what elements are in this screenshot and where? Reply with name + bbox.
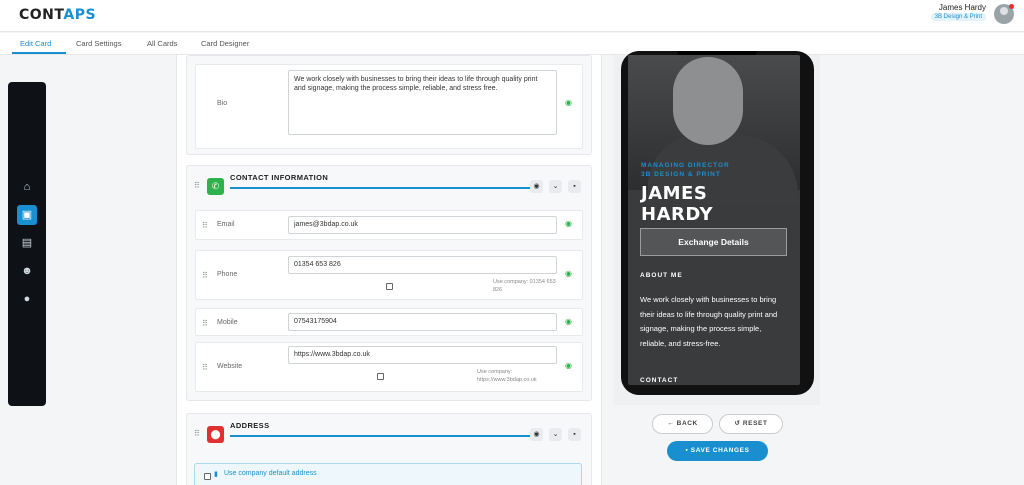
drag-handle-icon[interactable]: ⠿: [194, 429, 200, 438]
eye-icon[interactable]: ◉: [565, 317, 572, 326]
bio-textarea[interactable]: We work closely with businesses to bring…: [288, 70, 557, 135]
back-button[interactable]: ← BACK: [652, 414, 713, 434]
eye-toggle-icon[interactable]: ◉: [530, 428, 543, 441]
tab-all-cards[interactable]: All Cards: [147, 39, 177, 48]
phone-frame: MANAGING DIRECTOR 3B DESIGN & PRINT JAMES…: [621, 51, 814, 395]
active-tab-indicator: [12, 52, 66, 54]
use-company-address-label: Use company default address: [224, 470, 317, 477]
users-icon[interactable]: ☻: [20, 264, 34, 278]
drag-handle-icon[interactable]: ⠿: [194, 181, 200, 190]
phone-field[interactable]: 01354 653 826: [288, 256, 557, 274]
contaps-logo[interactable]: CONTAPS: [19, 7, 96, 23]
card-preview-panel: MANAGING DIRECTOR 3B DESIGN & PRINT JAMES…: [613, 51, 820, 405]
user-circle-icon[interactable]: ●: [20, 292, 34, 306]
section-title-address: ADDRESS: [230, 421, 270, 430]
card-preview-screen[interactable]: MANAGING DIRECTOR 3B DESIGN & PRINT JAMES…: [628, 55, 800, 385]
card-icon[interactable]: ▣: [17, 205, 37, 225]
map-pin-icon: ⬤: [207, 426, 224, 443]
eye-icon[interactable]: ◉: [565, 98, 572, 107]
use-company-address-checkbox[interactable]: [204, 473, 211, 480]
top-header: CONTAPS James Hardy 3B Design & Print: [0, 0, 1024, 32]
arrow-left-icon: ←: [667, 420, 675, 427]
bio-card: Bio We work closely with businesses to b…: [186, 55, 592, 155]
mobile-field[interactable]: 07543175904: [288, 313, 557, 331]
eye-icon[interactable]: ◉: [565, 269, 572, 278]
use-company-website-hint: Use company: https://www.3bdap.co.uk: [477, 369, 537, 383]
sidebar: ⌂ ▣ ▤ ☻ ●: [8, 82, 46, 406]
edit-form: Bio We work closely with businesses to b…: [176, 55, 602, 485]
tab-bar: Edit Card Card Settings All Cards Card D…: [0, 33, 1024, 55]
reset-icon: ↺: [734, 420, 741, 427]
drag-handle-icon[interactable]: ⠿: [202, 363, 208, 372]
drag-handle-icon[interactable]: ⠿: [202, 271, 208, 280]
drag-handle-icon[interactable]: ⠿: [202, 319, 208, 328]
section-title-contact: CONTACT INFORMATION: [230, 173, 329, 182]
profile-photo-head: [673, 57, 743, 145]
save-icon: ▪: [685, 447, 689, 454]
reset-button[interactable]: ↺ RESET: [719, 414, 783, 434]
preview-name: JAMES HARDY: [641, 183, 714, 225]
eye-icon[interactable]: ◉: [565, 219, 572, 228]
bio-label: Bio: [217, 100, 228, 107]
exchange-details-button[interactable]: Exchange Details: [640, 228, 787, 256]
chevron-down-icon[interactable]: ⌄: [549, 180, 562, 193]
eye-toggle-icon[interactable]: ◉: [530, 180, 543, 193]
contact-book-icon[interactable]: ▤: [20, 236, 34, 250]
trash-icon[interactable]: ▪: [568, 180, 581, 193]
save-changes-button[interactable]: ▪ SAVE CHANGES: [667, 441, 768, 461]
contact-heading: CONTACT: [640, 377, 679, 384]
contact-information-card: ⠿ ✆ CONTACT INFORMATION ◉ ⌄ ▪ ⠿ Email ja…: [186, 165, 592, 401]
user-company-badge: 3B Design & Print: [930, 13, 986, 21]
phone-row: ⠿ Phone 01354 653 826 Use company: 01354…: [195, 250, 583, 300]
website-label: Website: [217, 363, 243, 370]
tab-card-settings[interactable]: Card Settings: [76, 39, 121, 48]
bio-row: Bio We work closely with businesses to b…: [195, 64, 583, 149]
preview-role: MANAGING DIRECTOR 3B DESIGN & PRINT: [641, 162, 730, 178]
use-company-phone-checkbox[interactable]: [386, 283, 393, 290]
website-field[interactable]: https://www.3bdap.co.uk: [288, 346, 557, 364]
notification-dot: [1009, 4, 1014, 9]
mobile-row: ⠿ Mobile 07543175904 ◉: [195, 308, 583, 336]
tab-edit-card[interactable]: Edit Card: [20, 39, 51, 48]
phone-label: Phone: [217, 271, 238, 278]
email-label: Email: [217, 221, 235, 228]
user-name: James Hardy: [938, 3, 986, 12]
eye-icon[interactable]: ◉: [565, 361, 572, 370]
use-company-website-checkbox[interactable]: [377, 373, 384, 380]
section-underline: [230, 435, 530, 437]
trash-icon[interactable]: ▪: [568, 428, 581, 441]
tab-card-designer[interactable]: Card Designer: [201, 39, 249, 48]
about-me-text: We work closely with businesses to bring…: [640, 295, 778, 348]
website-row: ⠿ Website https://www.3bdap.co.uk Use co…: [195, 342, 583, 392]
about-me-heading: ABOUT ME: [640, 272, 683, 279]
company-default-address-box: ▮ Use company default address: [194, 463, 582, 485]
section-underline: [230, 187, 530, 189]
email-row: ⠿ Email james@3bdap.co.uk ◉: [195, 210, 583, 240]
phone-icon: ✆: [207, 178, 224, 195]
building-icon: ▮: [214, 471, 218, 478]
use-company-phone-hint: Use company: 01354 653 826: [493, 279, 556, 293]
chevron-down-icon[interactable]: ⌄: [549, 428, 562, 441]
home-icon[interactable]: ⌂: [20, 180, 34, 194]
mobile-label: Mobile: [217, 319, 238, 326]
email-field[interactable]: james@3bdap.co.uk: [288, 216, 557, 234]
drag-handle-icon[interactable]: ⠿: [202, 221, 208, 230]
